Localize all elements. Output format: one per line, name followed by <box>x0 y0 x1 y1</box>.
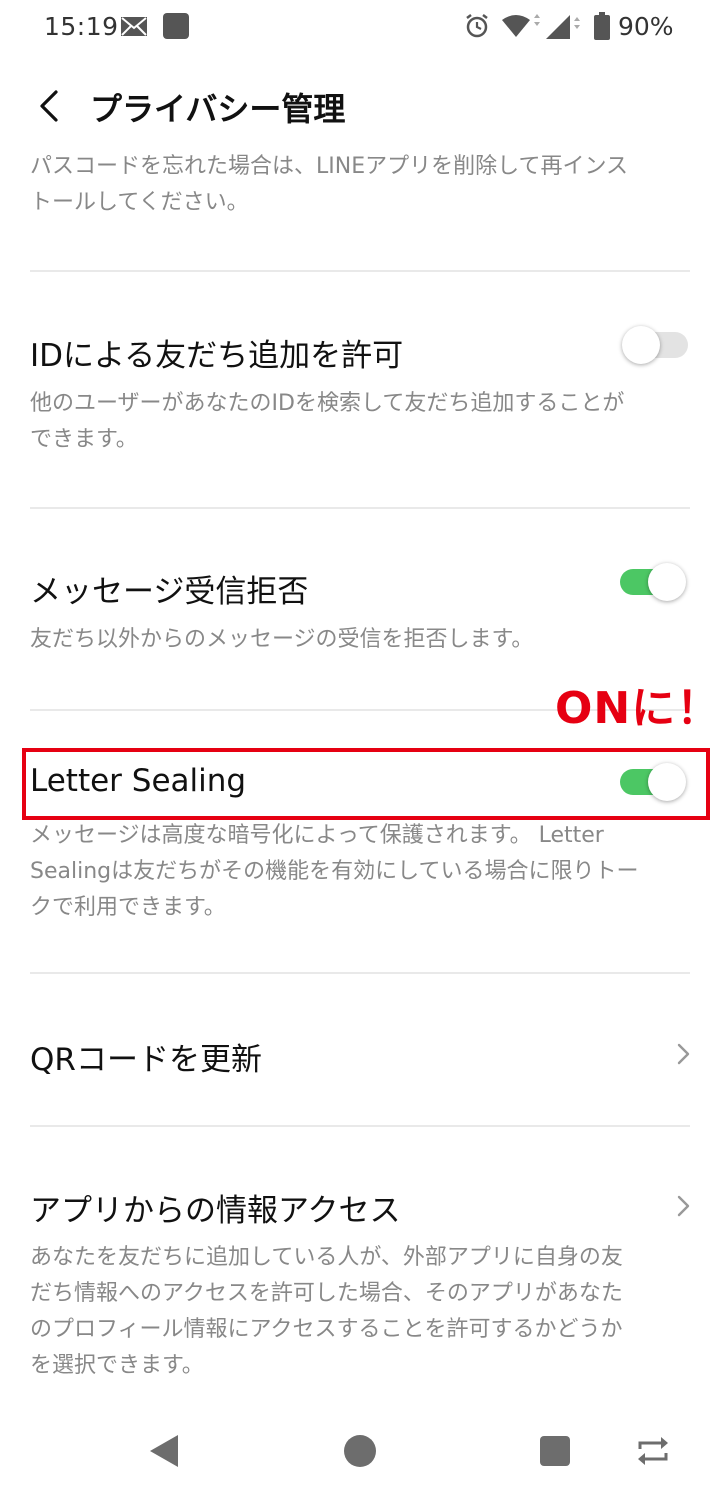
status-bar: 15:19 90% <box>0 0 720 56</box>
letter-sealing-description: メッセージは高度な暗号化によって保護されます。 Letter Sealingは友… <box>30 823 639 920</box>
chevron-right-icon[interactable] <box>676 1194 692 1218</box>
letter-sealing-title: Letter Sealing <box>30 763 247 799</box>
rotate-icon[interactable] <box>636 1437 670 1465</box>
divider <box>30 507 690 509</box>
update-qr-title[interactable]: QRコードを更新 <box>30 1034 262 1079</box>
home-circle-icon[interactable] <box>344 1435 376 1467</box>
block-messages-toggle[interactable] <box>620 563 686 601</box>
add-by-id-description: 他のユーザーがあなたのIDを検索して友だち追加することが できます。 <box>30 391 625 452</box>
divider <box>30 270 690 272</box>
add-by-id-toggle[interactable] <box>622 326 688 364</box>
status-time: 15:19 <box>44 12 119 41</box>
back-button[interactable] <box>28 82 72 130</box>
divider <box>30 972 690 974</box>
alarm-icon <box>466 14 488 38</box>
block-messages-description: 友だち以外からのメッセージの受信を拒否します。 <box>30 627 534 652</box>
app-notification-icon <box>163 13 189 39</box>
chevron-right-icon[interactable] <box>676 1042 692 1066</box>
mail-icon <box>121 17 147 36</box>
battery-percent: 90% <box>618 12 674 41</box>
app-access-description: あなたを友だちに追加している人が、外部アプリに自身の友 だち情報へのアクセスを許… <box>30 1245 623 1378</box>
add-by-id-title: IDによる友だち追加を許可 <box>30 338 404 374</box>
recent-square-icon[interactable] <box>540 1436 570 1466</box>
annotation-on-label: ONに！ <box>555 683 720 734</box>
signal-icon <box>546 15 580 39</box>
divider <box>30 1125 690 1127</box>
page-title: プライバシー管理 <box>90 90 346 128</box>
passcode-description: パスコードを忘れた場合は、LINEアプリを削除して再インス トールしてください。 <box>30 154 629 215</box>
app-access-title[interactable]: アプリからの情報アクセス <box>30 1185 400 1230</box>
letter-sealing-toggle[interactable] <box>620 763 686 801</box>
back-triangle-icon[interactable] <box>148 1433 180 1469</box>
block-messages-title: メッセージ受信拒否 <box>30 574 309 610</box>
battery-icon <box>594 12 610 40</box>
wifi-icon <box>502 14 540 37</box>
